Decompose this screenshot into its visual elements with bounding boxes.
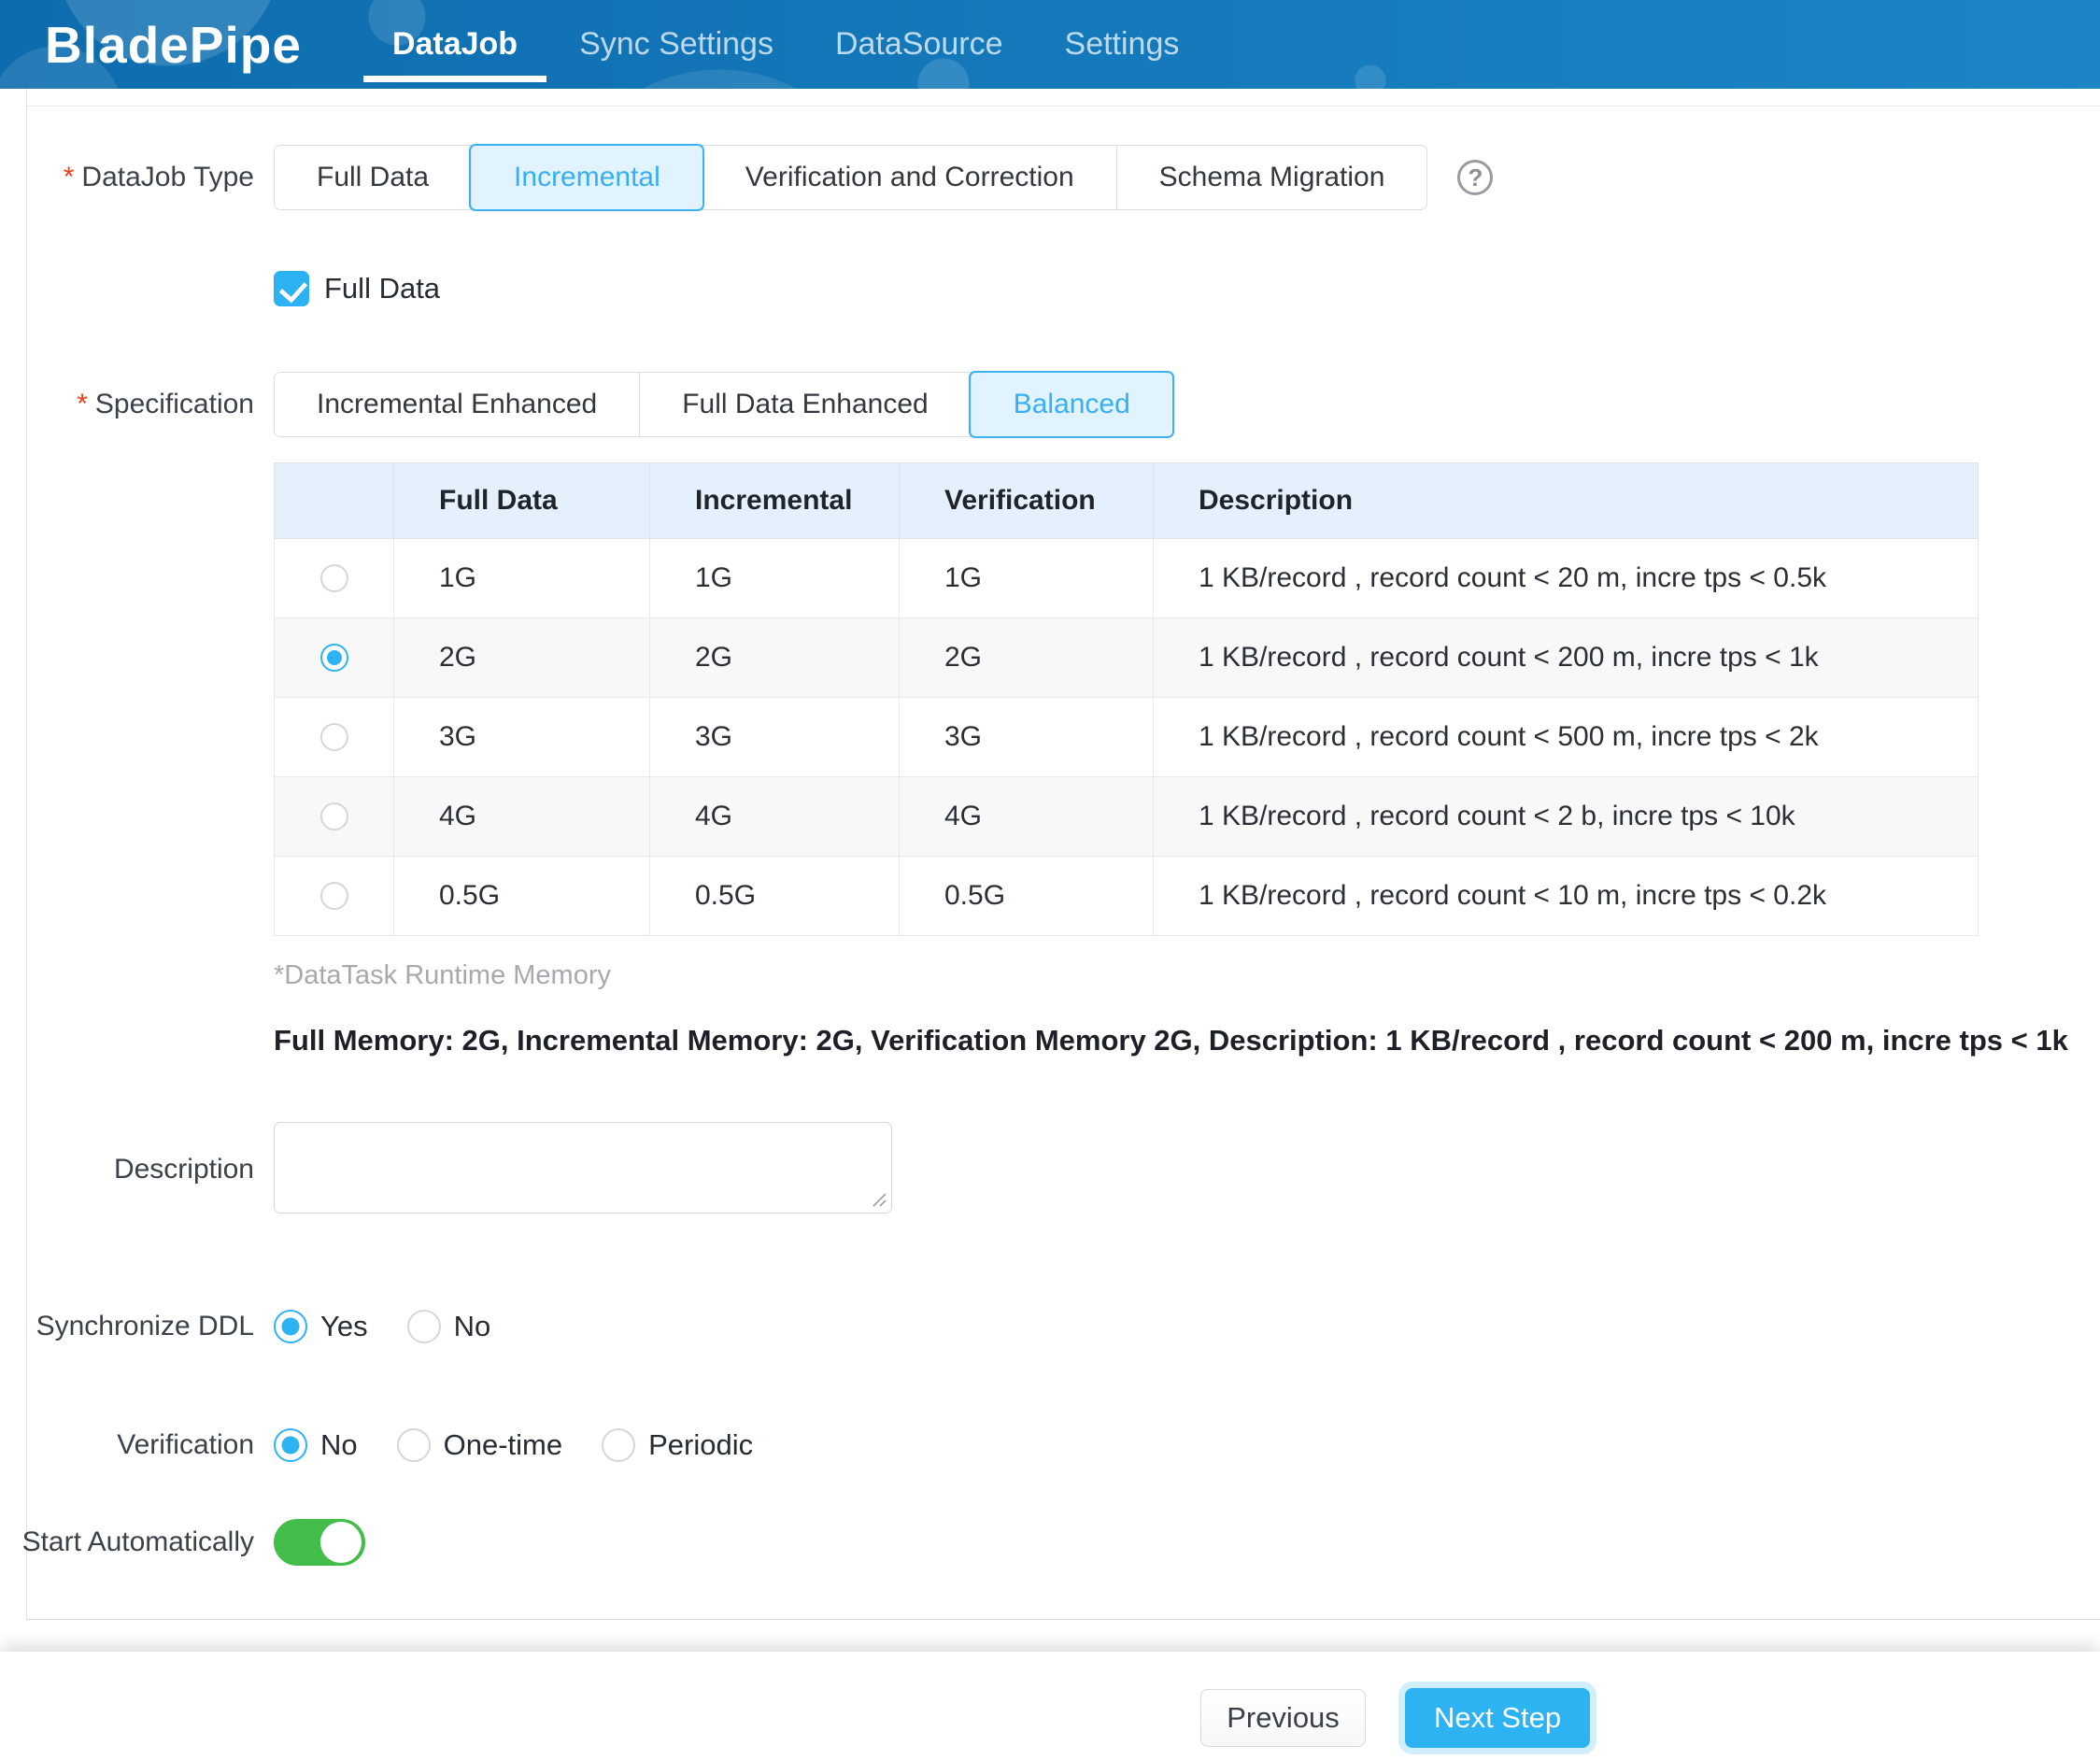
nav-tab-datasource[interactable]: DataSource xyxy=(804,0,1034,89)
row-radio-05g[interactable] xyxy=(320,882,348,910)
radio-column-header xyxy=(275,463,394,539)
table-row: 2G 2G 2G 1 KB/record , record count < 20… xyxy=(275,618,1979,698)
start-automatically-toggle[interactable] xyxy=(274,1519,365,1566)
specification-table: Full Data Incremental Verification Descr… xyxy=(274,462,1979,936)
datajob-type-segmented: Full Data Incremental Verification and C… xyxy=(274,145,1427,210)
verification-no-label[interactable]: No xyxy=(320,1428,358,1462)
verification-one-time-label[interactable]: One-time xyxy=(444,1428,562,1462)
runtime-memory-footnote: *DataTask Runtime Memory xyxy=(274,960,611,991)
verification-radio-periodic[interactable] xyxy=(602,1428,635,1462)
top-navbar: BladePipe DataJob Sync Settings DataSour… xyxy=(0,0,2100,89)
cell-incremental: 1G xyxy=(650,539,900,618)
segment-schema-migration[interactable]: Schema Migration xyxy=(1116,146,1427,209)
datajob-type-row: *DataJob Type Full Data Incremental Veri… xyxy=(0,145,2100,210)
next-step-button[interactable]: Next Step xyxy=(1405,1688,1590,1748)
segment-balanced[interactable]: Balanced xyxy=(971,373,1172,436)
required-asterisk: * xyxy=(64,162,75,192)
cell-incremental: 3G xyxy=(650,698,900,777)
verification-radio-one-time[interactable] xyxy=(397,1428,431,1462)
bladepipe-logo: BladePipe xyxy=(45,15,302,75)
specification-row: *Specification Incremental Enhanced Full… xyxy=(0,372,2100,437)
cell-full-data: 3G xyxy=(394,698,650,777)
cell-verification: 4G xyxy=(900,777,1154,857)
synchronize-ddl-row: Synchronize DDL Yes No xyxy=(0,1306,2100,1347)
cell-description: 1 KB/record , record count < 500 m, incr… xyxy=(1154,698,1979,777)
description-textarea[interactable] xyxy=(274,1122,892,1214)
col-header-full-data: Full Data xyxy=(394,463,650,539)
sync-ddl-no-label[interactable]: No xyxy=(454,1310,491,1343)
toggle-knob xyxy=(320,1522,362,1563)
table-row: 3G 3G 3G 1 KB/record , record count < 50… xyxy=(275,698,1979,777)
help-icon[interactable]: ? xyxy=(1457,160,1493,195)
col-header-verification: Verification xyxy=(900,463,1154,539)
cell-full-data: 2G xyxy=(394,618,650,698)
main-nav: DataJob Sync Settings DataSource Setting… xyxy=(362,0,1210,89)
table-header-row: Full Data Incremental Verification Descr… xyxy=(275,463,1979,539)
verification-row: Verification No One-time Periodic xyxy=(0,1425,2100,1466)
previous-button[interactable]: Previous xyxy=(1200,1689,1366,1747)
specification-label: *Specification xyxy=(0,389,254,420)
description-row: Description xyxy=(0,1124,2100,1215)
cell-incremental: 2G xyxy=(650,618,900,698)
cell-full-data: 1G xyxy=(394,539,650,618)
verification-label: Verification xyxy=(0,1429,254,1461)
full-data-checkbox[interactable] xyxy=(274,271,309,306)
nav-tab-sync-settings[interactable]: Sync Settings xyxy=(548,0,804,89)
selected-spec-summary: Full Memory: 2G, Incremental Memory: 2G,… xyxy=(274,1024,2068,1057)
cell-description: 1 KB/record , record count < 200 m, incr… xyxy=(1154,618,1979,698)
cell-description: 1 KB/record , record count < 10 m, incre… xyxy=(1154,857,1979,936)
required-asterisk: * xyxy=(77,389,88,419)
col-header-description: Description xyxy=(1154,463,1979,539)
cell-verification: 1G xyxy=(900,539,1154,618)
start-automatically-row: Start Automatically xyxy=(0,1519,2100,1566)
row-radio-1g[interactable] xyxy=(320,564,348,592)
table-row: 1G 1G 1G 1 KB/record , record count < 20… xyxy=(275,539,1979,618)
panel-top-strip xyxy=(26,89,2100,106)
sync-ddl-radio-yes[interactable] xyxy=(274,1310,307,1343)
table-row: 0.5G 0.5G 0.5G 1 KB/record , record coun… xyxy=(275,857,1979,936)
segment-verification-correction[interactable]: Verification and Correction xyxy=(702,146,1116,209)
cell-full-data: 4G xyxy=(394,777,650,857)
nav-tab-datajob[interactable]: DataJob xyxy=(362,0,548,89)
cell-verification: 0.5G xyxy=(900,857,1154,936)
cell-verification: 2G xyxy=(900,618,1154,698)
table-row: 4G 4G 4G 1 KB/record , record count < 2 … xyxy=(275,777,1979,857)
start-automatically-label: Start Automatically xyxy=(0,1526,254,1558)
synchronize-ddl-label: Synchronize DDL xyxy=(0,1311,254,1342)
specification-segmented: Incremental Enhanced Full Data Enhanced … xyxy=(274,372,1173,437)
row-radio-3g[interactable] xyxy=(320,723,348,751)
cell-incremental: 4G xyxy=(650,777,900,857)
sync-ddl-radio-no[interactable] xyxy=(407,1310,441,1343)
full-data-checkbox-row: Full Data xyxy=(0,270,2100,307)
cell-incremental: 0.5G xyxy=(650,857,900,936)
description-label: Description xyxy=(0,1154,254,1185)
sync-ddl-yes-label[interactable]: Yes xyxy=(320,1310,368,1343)
segment-incremental-enhanced[interactable]: Incremental Enhanced xyxy=(275,373,639,436)
col-header-incremental: Incremental xyxy=(650,463,900,539)
footer-bar: Previous Next Step xyxy=(0,1652,2100,1760)
verification-periodic-label[interactable]: Periodic xyxy=(648,1428,753,1462)
cell-verification: 3G xyxy=(900,698,1154,777)
datajob-create-page: BladePipe DataJob Sync Settings DataSour… xyxy=(0,0,2100,1760)
cell-description: 1 KB/record , record count < 2 b, incre … xyxy=(1154,777,1979,857)
row-radio-4g[interactable] xyxy=(320,802,348,830)
segment-full-data[interactable]: Full Data xyxy=(275,146,471,209)
nav-tab-settings[interactable]: Settings xyxy=(1034,0,1211,89)
segment-incremental[interactable]: Incremental xyxy=(471,146,702,209)
datajob-type-label: *DataJob Type xyxy=(0,162,254,193)
segment-full-data-enhanced[interactable]: Full Data Enhanced xyxy=(639,373,971,436)
verification-radio-no[interactable] xyxy=(274,1428,307,1462)
full-data-checkbox-label: Full Data xyxy=(324,272,440,305)
cell-full-data: 0.5G xyxy=(394,857,650,936)
cell-description: 1 KB/record , record count < 20 m, incre… xyxy=(1154,539,1979,618)
row-radio-2g[interactable] xyxy=(320,644,348,672)
